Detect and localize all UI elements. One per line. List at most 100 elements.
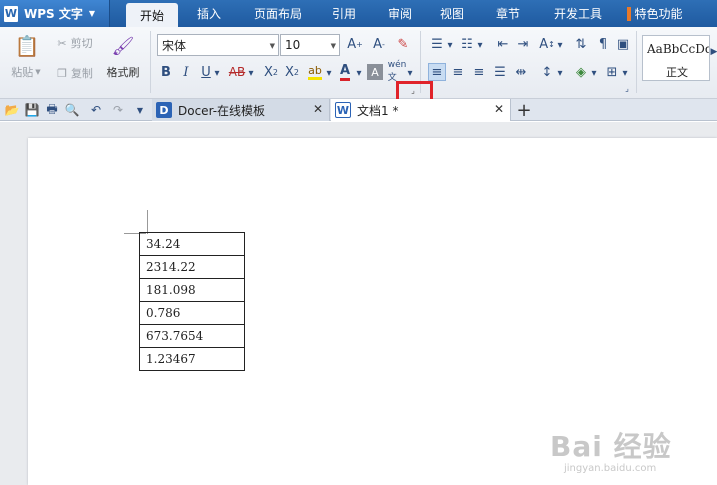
chevron-down-icon: ▼ <box>35 68 41 76</box>
justify-icon[interactable]: ☰ <box>491 63 509 81</box>
style-gallery-item[interactable]: AaBbCcDd 正文 <box>642 35 710 81</box>
borders-icon[interactable]: ⊞ <box>603 63 621 81</box>
distribute-icon[interactable]: ⇹ <box>512 63 530 81</box>
undo-icon[interactable]: ↶ <box>88 102 104 118</box>
bold-icon[interactable]: B <box>158 63 174 81</box>
clear-format-icon[interactable]: ✎ <box>394 35 412 53</box>
paragraph-settings-icon[interactable]: ⌟ <box>622 83 632 93</box>
customize-toolbar-icon[interactable]: ▼ <box>132 102 148 118</box>
tab-chapter[interactable]: 章节 <box>486 0 530 27</box>
print-icon[interactable]: 🖶 <box>44 102 60 118</box>
align-left-icon[interactable]: ≡ <box>428 63 446 81</box>
phonetic-guide-icon[interactable]: wén 文 <box>388 60 407 83</box>
shading-fill-icon[interactable]: ◈ <box>572 63 590 81</box>
app-menu-button[interactable]: W WPS 文字 ▼ <box>0 0 110 27</box>
font-color-icon[interactable]: A <box>336 63 354 81</box>
tab-home[interactable]: 开始 <box>126 3 178 27</box>
subscript-icon[interactable]: X2 <box>283 63 301 81</box>
numbered-list-icon[interactable]: ☷ <box>458 35 476 53</box>
paste-icon[interactable]: 📋 <box>14 33 40 59</box>
align-center-icon[interactable]: ≡ <box>449 63 467 81</box>
table-cell[interactable]: 2314.22 <box>139 255 245 279</box>
paste-button[interactable]: 粘贴 ▼ <box>8 65 44 79</box>
tab-page-layout[interactable]: 页面布局 <box>238 0 318 27</box>
chevron-down-icon[interactable]: ▾ <box>406 67 414 79</box>
copy-label: 复制 <box>70 67 93 80</box>
chevron-down-icon[interactable]: ▾ <box>213 67 221 79</box>
tab-developer[interactable]: 开发工具 <box>542 0 614 27</box>
redo-icon[interactable]: ↷ <box>110 102 126 118</box>
table-cell[interactable]: 34.24 <box>139 232 245 256</box>
watermark-url: jingyan.baidu.com <box>564 463 657 474</box>
sort-icon[interactable]: ⇅ <box>572 35 590 53</box>
tab-label: Docer-在线模板 <box>178 103 266 118</box>
shrink-font-icon[interactable]: A- <box>370 35 388 53</box>
document-tab-bar: 📂 💾 🖶 🔍 ↶ ↷ ▼ D Docer-在线模板 ✕ W 文档1 * ✕ + <box>0 99 717 121</box>
new-tab-plus-icon[interactable]: + <box>514 100 534 121</box>
copy-icon: ❐ <box>57 66 67 80</box>
close-icon[interactable]: ✕ <box>494 102 504 116</box>
show-marks-icon[interactable]: ¶ <box>594 35 612 53</box>
table-cell[interactable]: 0.786 <box>139 301 245 325</box>
tab-label: 开发工具 <box>553 7 602 21</box>
chevron-down-icon[interactable]: ▾ <box>556 67 564 79</box>
decrease-indent-icon[interactable]: ⇤ <box>494 35 512 53</box>
chevron-down-icon[interactable]: ▾ <box>355 67 363 79</box>
print-preview-icon[interactable]: 🔍 <box>64 102 80 118</box>
chevron-down-icon: ▼ <box>269 42 275 50</box>
line-spacing-icon[interactable]: ↕ <box>538 63 556 81</box>
chevron-down-icon[interactable]: ▾ <box>247 67 255 79</box>
increase-indent-icon[interactable]: ⇥ <box>514 35 532 53</box>
cut-label: 剪切 <box>70 37 93 50</box>
font-color-a-icon: A <box>339 63 351 81</box>
tab-document-1[interactable]: W 文档1 * ✕ <box>331 99 511 121</box>
copy-button[interactable]: ❐ 复制 <box>50 65 100 81</box>
cut-button[interactable]: ✂ 剪切 <box>50 35 100 51</box>
tab-label: 开始 <box>139 8 164 23</box>
tab-view[interactable]: 视图 <box>430 0 474 27</box>
page-view-icon[interactable]: ▣ <box>614 35 632 53</box>
table-cell[interactable]: 1.23467 <box>139 347 245 371</box>
text-direction-icon[interactable]: A ↕ <box>538 35 556 53</box>
font-name-value: 宋体 <box>162 38 187 53</box>
group-divider <box>636 31 637 93</box>
chevron-down-icon[interactable]: ▾ <box>325 67 333 79</box>
italic-icon[interactable]: I <box>178 63 194 81</box>
chevron-down-icon[interactable]: ▾ <box>446 39 454 51</box>
table-row: 673.7654 <box>139 324 245 348</box>
format-painter-button[interactable]: 格式刷 <box>102 65 144 79</box>
tab-review[interactable]: 审阅 <box>378 0 422 27</box>
ribbon: 📋 粘贴 ▼ ✂ 剪切 ❐ 复制 🖌 格式刷 宋体 ▼ 10 ▼ A + A- ✎ B I … <box>0 27 717 99</box>
highlight-color-icon[interactable]: ab <box>306 63 324 81</box>
grow-font-icon[interactable]: A + <box>346 35 364 53</box>
superscript-icon[interactable]: X2 <box>262 63 280 81</box>
tab-label: 视图 <box>439 7 464 21</box>
char-shading-icon[interactable]: A <box>367 64 383 80</box>
open-icon[interactable]: 📂 <box>4 102 20 118</box>
style-scroll-icon[interactable]: ▶ <box>711 45 717 59</box>
font-name-dropdown[interactable]: 宋体 ▼ <box>157 34 279 56</box>
tab-references[interactable]: 引用 <box>322 0 366 27</box>
bullet-list-icon[interactable]: ☰ <box>428 35 446 53</box>
strikethrough-icon[interactable]: AB <box>226 63 248 81</box>
chevron-down-icon[interactable]: ▾ <box>476 39 484 51</box>
align-right-icon[interactable]: ≡ <box>470 63 488 81</box>
save-icon[interactable]: 💾 <box>24 102 40 118</box>
close-icon[interactable]: ✕ <box>313 102 323 116</box>
tab-insert[interactable]: 插入 <box>184 0 234 27</box>
menu-bar: W WPS 文字 ▼ 开始 插入 页面布局 引用 审阅 视图 章节 开发工具 特… <box>0 0 717 27</box>
data-table[interactable]: 34.24 2314.22 181.098 0.786 673.7654 1.2… <box>139 232 245 371</box>
tab-label: 文档1 * <box>357 103 399 118</box>
chevron-down-icon[interactable]: ▾ <box>590 67 598 79</box>
underline-icon[interactable]: U <box>198 63 214 81</box>
table-cell[interactable]: 181.098 <box>139 278 245 302</box>
tab-docer-templates[interactable]: D Docer-在线模板 ✕ <box>152 99 330 121</box>
group-divider <box>150 31 151 93</box>
format-painter-icon[interactable]: 🖌 <box>110 33 136 59</box>
chevron-down-icon[interactable]: ▾ <box>621 67 629 79</box>
chevron-down-icon[interactable]: ▾ <box>556 39 564 51</box>
table-cell[interactable]: 673.7654 <box>139 324 245 348</box>
tab-special-features[interactable]: 特色功能 <box>622 0 688 27</box>
font-size-dropdown[interactable]: 10 ▼ <box>280 34 340 56</box>
tab-label: 页面布局 <box>253 7 302 21</box>
